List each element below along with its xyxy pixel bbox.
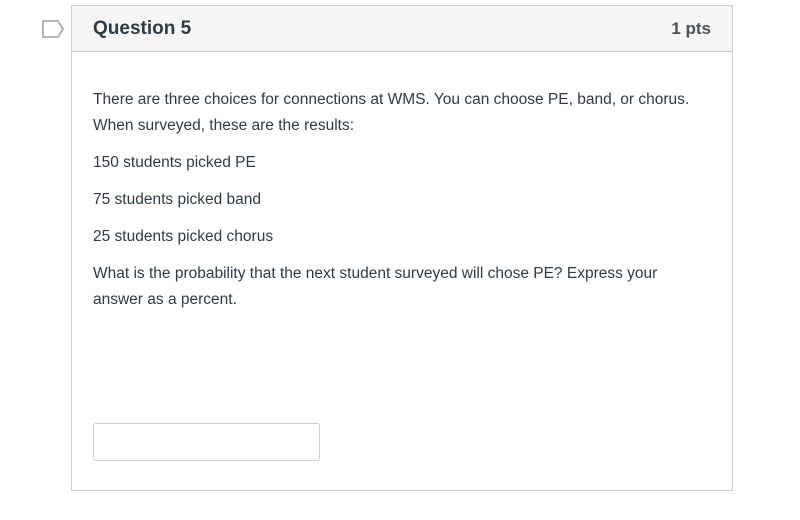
question-paragraph-intro: There are three choices for connections … (93, 91, 690, 134)
question-paragraph-prompt: What is the probability that the next st… (93, 265, 658, 308)
answer-input[interactable] (93, 423, 320, 461)
flag-icon (42, 20, 64, 38)
question-paragraph-chorus: 25 students picked chorus (93, 228, 274, 245)
question-text: There are three choices for connections … (72, 52, 732, 313)
question-paragraph-pe: 150 students picked PE (93, 154, 256, 171)
question-title: Question 5 (93, 17, 192, 39)
quiz-page: Question 5 1 pts There are three choices… (0, 0, 800, 520)
flag-question-button[interactable] (41, 19, 65, 39)
question-paragraph-band: 75 students picked band (93, 191, 262, 208)
question-card: Question 5 1 pts There are three choices… (71, 5, 733, 491)
question-points: 1 pts (671, 18, 711, 38)
question-header: Question 5 1 pts (72, 6, 732, 52)
